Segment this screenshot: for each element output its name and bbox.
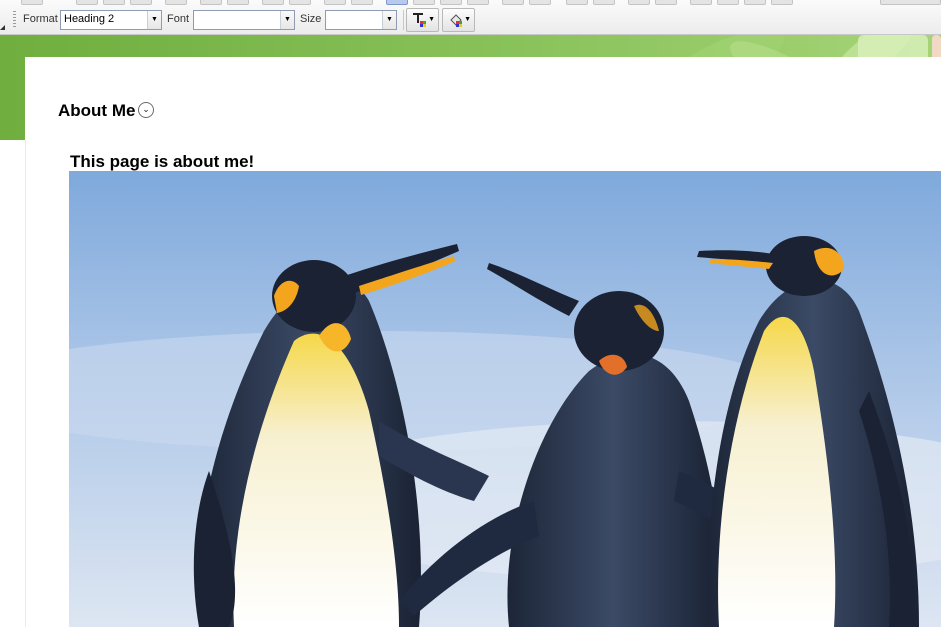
toolbar-button[interactable] bbox=[880, 0, 941, 5]
toolbar-button[interactable] bbox=[289, 0, 311, 5]
toolbar-button[interactable] bbox=[200, 0, 222, 5]
toolbar-button[interactable] bbox=[717, 0, 739, 5]
font-label: Font bbox=[167, 13, 190, 25]
dropdown-arrow-icon[interactable]: ▼ bbox=[147, 11, 161, 29]
toolbar-button[interactable] bbox=[227, 0, 249, 5]
text-color-icon bbox=[413, 13, 426, 27]
penguins-illustration bbox=[69, 171, 941, 627]
background-color-icon bbox=[450, 14, 462, 27]
banner-wave bbox=[25, 57, 941, 145]
format-value: Heading 2 bbox=[64, 13, 115, 25]
resize-corner bbox=[0, 25, 5, 30]
toolbar-button[interactable] bbox=[771, 0, 793, 5]
toolbar-grip-handle[interactable] bbox=[13, 11, 16, 29]
toolbar-button[interactable] bbox=[593, 0, 615, 5]
toolbar-top-row bbox=[0, 0, 941, 5]
format-toolbar-row: Format Heading 2 ▼ Font ▼ Size ▼ ▼ ▼ bbox=[0, 7, 941, 33]
format-select[interactable]: Heading 2 ▼ bbox=[60, 10, 162, 30]
dropdown-arrow-icon[interactable]: ▼ bbox=[382, 11, 396, 29]
toolbar-button[interactable] bbox=[690, 0, 712, 5]
editor-toolbar: Format Heading 2 ▼ Font ▼ Size ▼ ▼ ▼ bbox=[0, 0, 941, 35]
chevron-down-icon[interactable]: ⌄ bbox=[138, 102, 154, 118]
toolbar-button[interactable] bbox=[130, 0, 152, 5]
format-label: Format bbox=[23, 13, 58, 25]
toolbar-button[interactable] bbox=[262, 0, 284, 5]
chevron-down-icon: ▼ bbox=[428, 16, 435, 23]
toolbar-button[interactable] bbox=[21, 0, 43, 5]
toolbar-button[interactable] bbox=[502, 0, 524, 5]
font-select[interactable]: ▼ bbox=[193, 10, 295, 30]
content-heading: This page is about me! bbox=[70, 152, 255, 171]
size-select[interactable]: ▼ bbox=[325, 10, 397, 30]
toolbar-separator bbox=[403, 10, 404, 30]
toolbar-button[interactable] bbox=[529, 0, 551, 5]
toolbar-button[interactable] bbox=[467, 0, 489, 5]
page-title: About Me bbox=[58, 101, 136, 120]
toolbar-button[interactable] bbox=[628, 0, 650, 5]
toolbar-button[interactable] bbox=[324, 0, 346, 5]
toolbar-button-active[interactable] bbox=[386, 0, 408, 5]
toolbar-button[interactable] bbox=[566, 0, 588, 5]
background-color-button[interactable]: ▼ bbox=[442, 8, 475, 32]
text-color-button[interactable]: ▼ bbox=[406, 8, 439, 32]
penguins-image bbox=[69, 171, 941, 627]
toolbar-button[interactable] bbox=[744, 0, 766, 5]
toolbar-button[interactable] bbox=[351, 0, 373, 5]
toolbar-button[interactable] bbox=[76, 0, 98, 5]
toolbar-button[interactable] bbox=[413, 0, 435, 5]
size-label: Size bbox=[300, 13, 322, 25]
chevron-down-icon: ▼ bbox=[464, 16, 471, 23]
toolbar-button[interactable] bbox=[655, 0, 677, 5]
toolbar-button[interactable] bbox=[103, 0, 125, 5]
dropdown-arrow-icon[interactable]: ▼ bbox=[280, 11, 294, 29]
toolbar-button[interactable] bbox=[165, 0, 187, 5]
toolbar-button[interactable] bbox=[440, 0, 462, 5]
left-margin bbox=[0, 140, 26, 627]
